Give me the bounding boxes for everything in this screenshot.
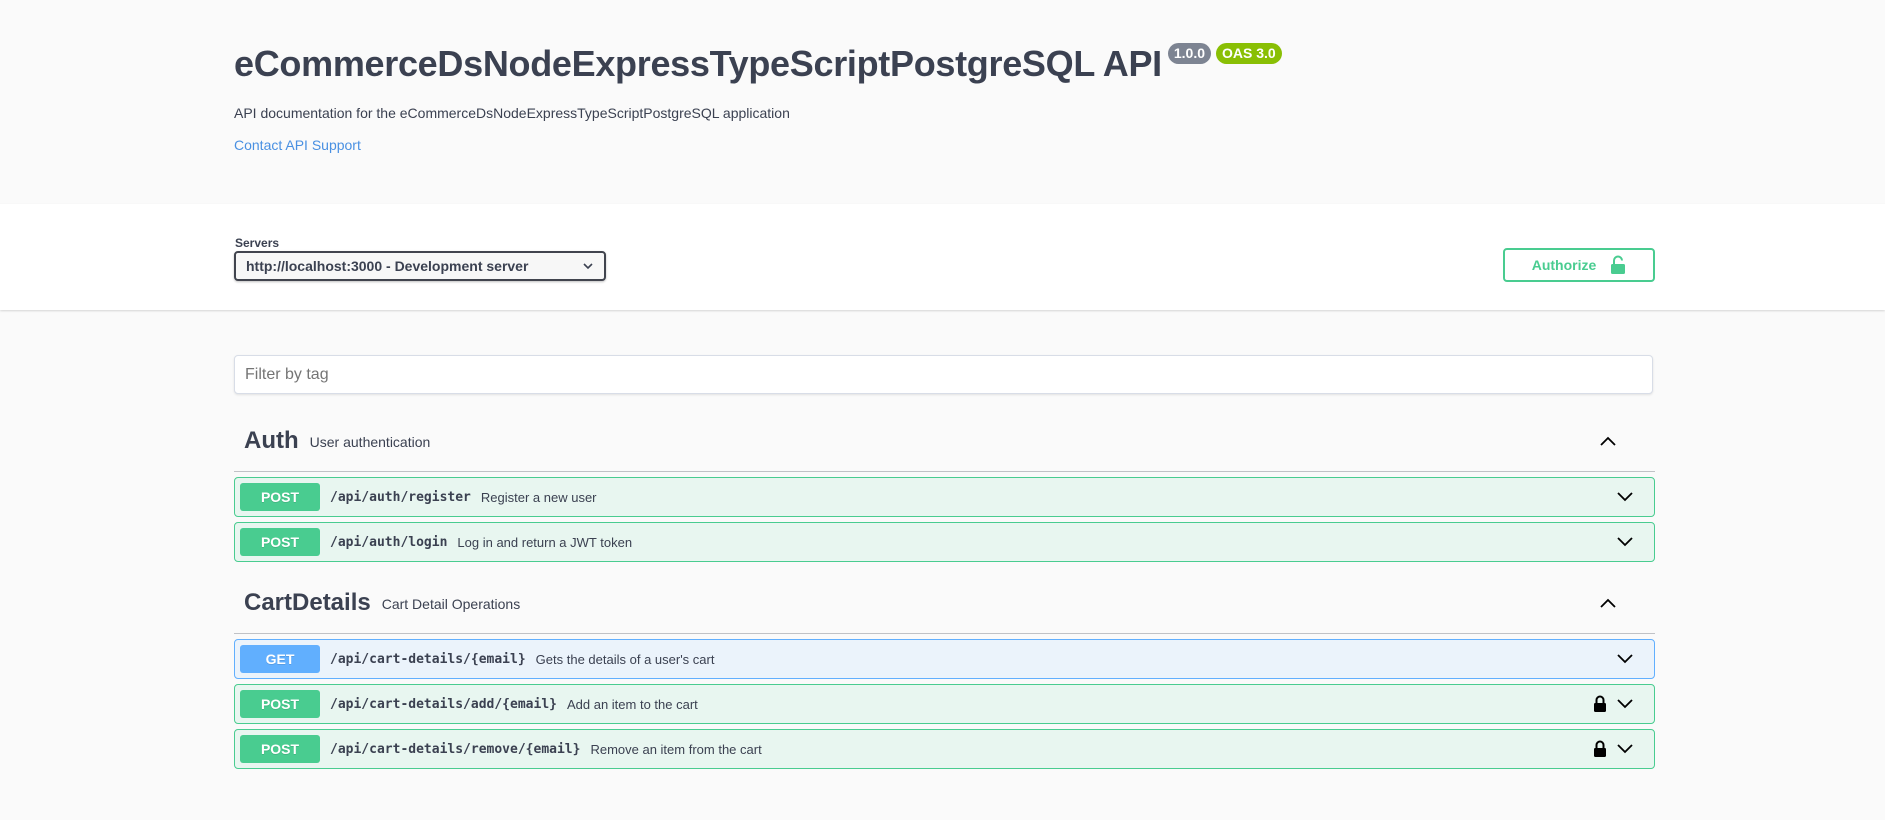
api-description: API documentation for the eCommerceDsNod… [234,105,790,121]
tag-description: User authentication [309,434,431,450]
operation-summary: Remove an item from the cart [590,741,762,757]
chevron-down-icon[interactable] [1615,739,1635,759]
lock-icon[interactable] [1593,695,1607,713]
api-title: eCommerceDsNodeExpressTypeScriptPostgreS… [234,43,1162,84]
method-badge: POST [240,483,320,511]
scheme-container: Servers http://localhost:3000 - Developm… [0,204,1885,310]
chevron-down-icon[interactable] [1615,649,1635,669]
tag-name: CartDetails [244,588,371,616]
operation-post-auth-login[interactable]: POST /api/auth/login Log in and return a… [234,522,1655,562]
method-badge: POST [240,735,320,763]
unlock-icon [1611,255,1626,274]
tag-name: Auth [244,426,299,454]
filter-by-tag-input[interactable]: Filter by tag [234,355,1653,394]
operation-summary: Gets the details of a user's cart [535,651,715,667]
server-select[interactable]: http://localhost:3000 - Development serv… [234,251,606,281]
chevron-down-icon[interactable] [1615,694,1635,714]
authorize-label: Authorize [1531,257,1597,273]
operation-post-cart-details-add[interactable]: POST /api/cart-details/add/{email} Add a… [234,684,1655,724]
chevron-up-icon[interactable] [1598,431,1618,451]
operation-summary: Log in and return a JWT token [457,534,633,550]
operation-summary: Register a new user [480,489,597,505]
tag-header-cartdetails[interactable]: CartDetails Cart Detail Operations [234,572,1655,634]
chevron-up-icon[interactable] [1598,593,1618,613]
servers-label: Servers [235,236,280,250]
lock-icon[interactable] [1593,740,1607,758]
chevron-down-icon[interactable] [1615,487,1635,507]
version-badge: 1.0.0 [1167,43,1212,64]
chevron-down-icon[interactable] [1615,532,1635,552]
operation-path: /api/auth/login [330,534,448,550]
method-badge: GET [240,645,320,673]
operation-path: /api/cart-details/remove/{email} [330,741,581,757]
operation-post-cart-details-remove[interactable]: POST /api/cart-details/remove/{email} Re… [234,729,1655,769]
tag-description: Cart Detail Operations [381,596,521,612]
method-badge: POST [240,528,320,556]
operation-summary: Add an item to the cart [566,696,698,712]
server-select-value: http://localhost:3000 - Development serv… [246,258,529,274]
tag-header-auth[interactable]: Auth User authentication [234,410,1655,472]
authorize-button[interactable]: Authorize [1503,248,1655,282]
operation-path: /api/cart-details/{email} [330,651,526,667]
chevron-down-icon [583,263,593,270]
contact-link[interactable]: Contact API Support [234,137,361,153]
oas-badge: OAS 3.0 [1216,43,1282,64]
info-section: eCommerceDsNodeExpressTypeScriptPostgreS… [0,0,1885,204]
operation-get-cart-details[interactable]: GET /api/cart-details/{email} Gets the d… [234,639,1655,679]
operation-path: /api/cart-details/add/{email} [330,696,557,712]
operation-post-auth-register[interactable]: POST /api/auth/register Register a new u… [234,477,1655,517]
operation-path: /api/auth/register [330,489,471,505]
method-badge: POST [240,690,320,718]
